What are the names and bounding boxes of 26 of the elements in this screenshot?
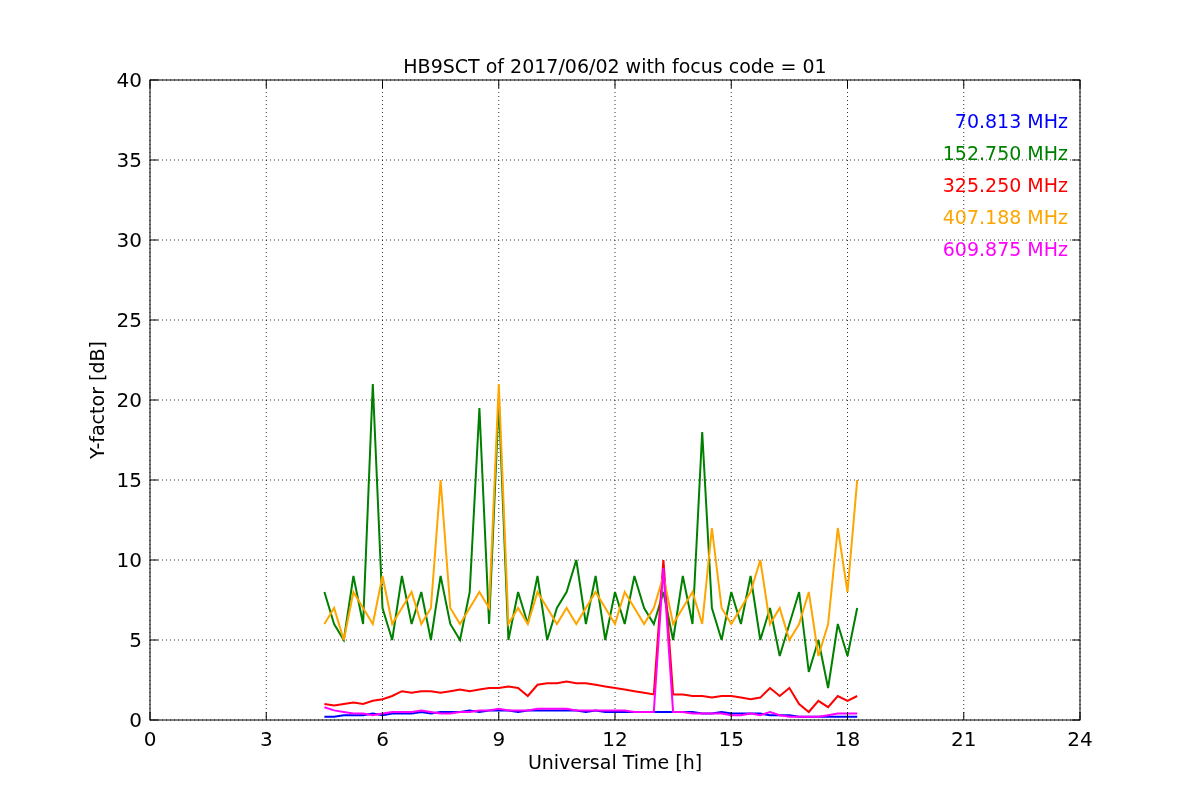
- y-tick-label: 40: [116, 68, 142, 92]
- legend-label: 609.875 MHz: [942, 238, 1068, 260]
- legend-label: 152.750 MHz: [942, 142, 1068, 164]
- x-tick-label: 12: [602, 727, 628, 751]
- x-tick-label: 24: [1067, 727, 1093, 751]
- legend-label: 407.188 MHz: [942, 206, 1068, 228]
- chart-title: HB9SCT of 2017/06/02 with focus code = 01: [403, 55, 827, 77]
- y-tick-label: 5: [129, 628, 142, 652]
- legend-label: 325.250 MHz: [942, 174, 1068, 196]
- legend-label: 70.813 MHz: [954, 110, 1068, 132]
- x-axis-label: Universal Time [h]: [527, 751, 703, 773]
- y-axis-label: Y-factor [dB]: [86, 341, 108, 459]
- x-tick-label: 6: [376, 727, 389, 751]
- y-tick-label: 20: [116, 388, 142, 412]
- y-tick-label: 10: [116, 548, 142, 572]
- y-tick-label: 15: [116, 468, 142, 492]
- y-tick-label: 0: [129, 708, 142, 732]
- y-tick-label: 30: [116, 228, 142, 252]
- x-tick-label: 15: [718, 727, 744, 751]
- x-tick-label: 21: [951, 727, 977, 751]
- x-tick-label: 3: [259, 727, 273, 751]
- y-tick-label: 25: [116, 308, 142, 332]
- x-tick-label: 9: [492, 727, 506, 751]
- x-tick-label: 18: [834, 727, 861, 751]
- y-tick-label: 35: [116, 148, 142, 172]
- x-tick-label: 0: [143, 727, 157, 751]
